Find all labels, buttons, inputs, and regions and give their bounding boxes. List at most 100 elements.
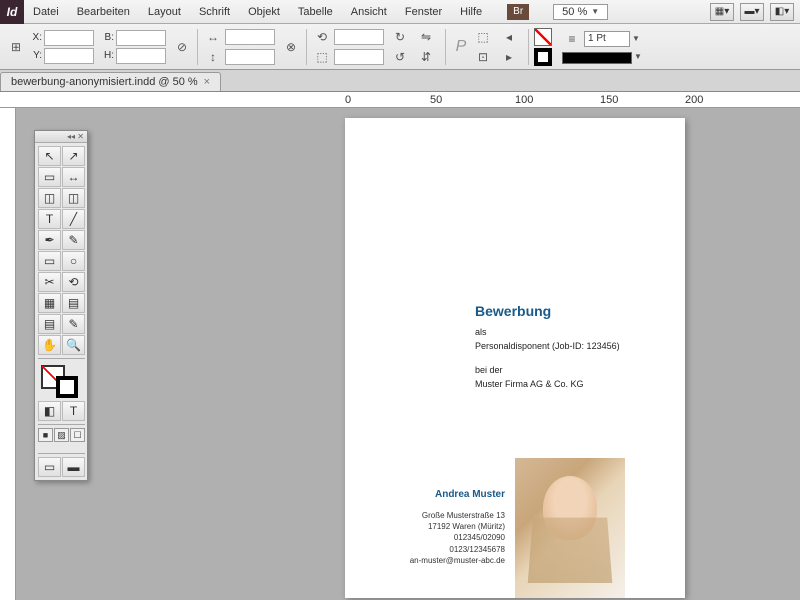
scale-y-field[interactable] xyxy=(225,49,275,65)
horizontal-ruler: 0 50 100 150 200 xyxy=(0,92,800,108)
link-icon[interactable]: ⊘ xyxy=(172,38,192,56)
scale-y-icon: ↕ xyxy=(203,48,223,66)
stroke-weight-icon: ≡ xyxy=(562,30,582,48)
dropdown-icon[interactable]: ▼ xyxy=(634,52,642,61)
ellipse-tool[interactable]: ○ xyxy=(62,251,85,271)
constrain-icon[interactable]: ⊗ xyxy=(281,38,301,56)
dropdown-icon[interactable]: ▼ xyxy=(632,34,640,43)
fill-stroke-swatch[interactable] xyxy=(40,364,83,398)
page-line-company: Muster Firma AG & Co. KG xyxy=(475,378,584,392)
free-transform-tool[interactable]: ⟲ xyxy=(62,272,85,292)
gap-tool[interactable]: ↔ xyxy=(62,167,85,187)
apply-modes: ■ ▨ ☐ xyxy=(38,428,85,450)
line-tool[interactable]: ╱ xyxy=(62,209,85,229)
menu-fenster[interactable]: Fenster xyxy=(396,2,451,22)
zoom-value: 50 % xyxy=(562,6,587,18)
select-prev-icon[interactable]: ◂ xyxy=(499,28,519,46)
view-options-icon[interactable]: ▦▾ xyxy=(710,3,734,21)
scissors-tool[interactable]: ✂ xyxy=(38,272,61,292)
stroke-weight-field[interactable]: 1 Pt xyxy=(584,31,630,47)
select-next-icon[interactable]: ▸ xyxy=(499,48,519,66)
menu-objekt[interactable]: Objekt xyxy=(239,2,289,22)
applicant-city: 17192 Waren (Müritz) xyxy=(390,521,505,532)
h-label: H: xyxy=(100,50,114,61)
vertical-ruler xyxy=(0,108,16,600)
bridge-icon[interactable]: Br xyxy=(507,4,529,20)
width-field[interactable] xyxy=(116,30,166,46)
pen-tool[interactable]: ✒ xyxy=(38,230,61,250)
rectangle-frame-tool[interactable]: ▭ xyxy=(38,251,61,271)
content-collector-tool[interactable]: ◫ xyxy=(38,188,61,208)
page-line-position: Personaldisponent (Job-ID: 123456) xyxy=(475,340,620,354)
dropdown-icon: ▼ xyxy=(591,7,599,16)
direct-selection-tool[interactable]: ↗ xyxy=(62,146,85,166)
applicant-block: Andrea Muster Große Musterstraße 13 1719… xyxy=(390,488,505,566)
menu-ansicht[interactable]: Ansicht xyxy=(342,2,396,22)
menu-hilfe[interactable]: Hilfe xyxy=(451,2,491,22)
height-field[interactable] xyxy=(116,48,166,64)
content-placer-tool[interactable]: ◫ xyxy=(62,188,85,208)
gradient-swatch-tool[interactable]: ▦ xyxy=(38,293,61,313)
arrange-icon[interactable]: ◧▾ xyxy=(770,3,794,21)
y-field[interactable] xyxy=(44,48,94,64)
eyedropper-tool[interactable]: ✎ xyxy=(62,314,85,334)
page-line-bei: bei der xyxy=(475,364,503,378)
stroke-swatch[interactable] xyxy=(534,48,552,66)
hand-tool[interactable]: ✋ xyxy=(38,335,61,355)
scale-x-field[interactable] xyxy=(225,29,275,45)
rotate-field[interactable] xyxy=(334,29,384,45)
preview-view-icon[interactable]: ▬ xyxy=(62,457,85,477)
flip-h-icon[interactable]: ⇋ xyxy=(416,28,436,46)
shear-field[interactable] xyxy=(334,49,384,65)
page-tool[interactable]: ▭ xyxy=(38,167,61,187)
formatting-container-icon[interactable]: ◧ xyxy=(38,401,61,421)
toolbox-panel: ◂◂ ✕ ↖ ↗ ▭ ↔ ◫ ◫ T ╱ ✒ ✎ ▭ ○ ✂ ⟲ ▦ ▤ ▤ ✎… xyxy=(34,130,88,481)
flip-v-icon[interactable]: ⇵ xyxy=(416,48,436,66)
b-label: B: xyxy=(100,32,114,43)
menu-tabelle[interactable]: Tabelle xyxy=(289,2,342,22)
menu-schrift[interactable]: Schrift xyxy=(190,2,239,22)
select-container-icon[interactable]: ⬚ xyxy=(473,28,493,46)
menu-datei[interactable]: Datei xyxy=(24,2,68,22)
screen-mode-icon[interactable]: ▬▾ xyxy=(740,3,764,21)
applicant-name: Andrea Muster xyxy=(390,488,505,502)
apply-none-icon[interactable]: ☐ xyxy=(70,428,85,442)
document-tab-title: bewerbung-anonymisiert.indd @ 50 % xyxy=(11,76,198,88)
close-icon[interactable]: × xyxy=(204,76,210,88)
workspace: Bewerbung als Personaldisponent (Job-ID:… xyxy=(0,108,800,600)
menu-bearbeiten[interactable]: Bearbeiten xyxy=(68,2,139,22)
fill-swatch[interactable] xyxy=(534,28,552,46)
p-icon[interactable]: P xyxy=(451,38,471,56)
zoom-tool[interactable]: 🔍 xyxy=(62,335,85,355)
zoom-level[interactable]: 50 % ▼ xyxy=(553,4,608,20)
menu-layout[interactable]: Layout xyxy=(139,2,190,22)
rotate-cw-icon[interactable]: ↻ xyxy=(390,28,410,46)
toolbox-header[interactable]: ◂◂ ✕ xyxy=(35,131,87,143)
select-content-icon[interactable]: ⊡ xyxy=(473,48,493,66)
document-page[interactable]: Bewerbung als Personaldisponent (Job-ID:… xyxy=(345,118,685,598)
shear-icon: ⬚ xyxy=(312,48,332,66)
app-logo: Id xyxy=(0,0,24,24)
apply-gradient-icon[interactable]: ▨ xyxy=(54,428,69,442)
rotate-ccw-icon[interactable]: ↺ xyxy=(390,48,410,66)
note-tool[interactable]: ▤ xyxy=(38,314,61,334)
control-bar: ⊞ X: Y: B: H: ⊘ ↔ ↕ ⊗ ⟲ ⬚ ↻ ↺ ⇋ ⇵ P ⬚ ⊡ … xyxy=(0,24,800,70)
x-field[interactable] xyxy=(44,30,94,46)
page-title: Bewerbung xyxy=(475,303,551,319)
gradient-feather-tool[interactable]: ▤ xyxy=(62,293,85,313)
apply-color-icon[interactable]: ■ xyxy=(38,428,53,442)
normal-view-icon[interactable]: ▭ xyxy=(38,457,61,477)
reference-point-icon[interactable]: ⊞ xyxy=(6,38,26,56)
applicant-photo xyxy=(515,458,625,598)
pencil-tool[interactable]: ✎ xyxy=(62,230,85,250)
document-tab[interactable]: bewerbung-anonymisiert.indd @ 50 % × xyxy=(0,72,221,91)
formatting-text-icon[interactable]: T xyxy=(62,401,85,421)
type-tool[interactable]: T xyxy=(38,209,61,229)
stroke-style[interactable] xyxy=(562,52,632,64)
x-label: X: xyxy=(28,32,42,43)
rotate-icon: ⟲ xyxy=(312,28,332,46)
applicant-street: Große Musterstraße 13 xyxy=(390,510,505,521)
scale-x-icon: ↔ xyxy=(203,28,223,46)
menu-bar: Id Datei Bearbeiten Layout Schrift Objek… xyxy=(0,0,800,24)
selection-tool[interactable]: ↖ xyxy=(38,146,61,166)
